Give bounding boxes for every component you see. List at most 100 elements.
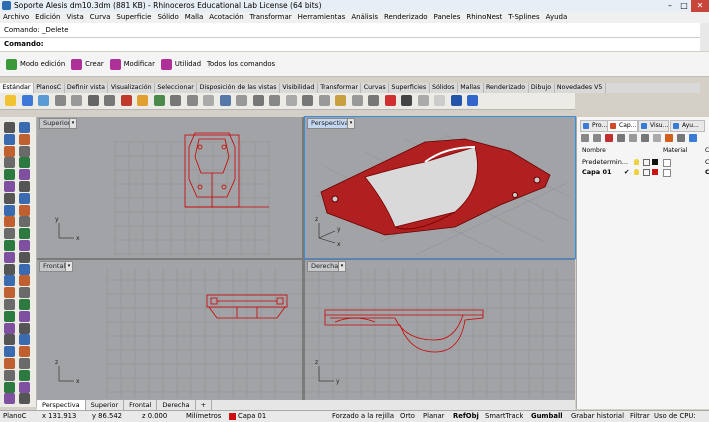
toolbar-tool-icon[interactable] [434,95,445,106]
ribbon-button[interactable]: Utilidad [160,58,201,70]
status-toggle[interactable]: Grabar historial [571,412,624,420]
toolbar-tab[interactable]: Superficies [389,83,430,93]
toolbar-tool-icon[interactable] [5,95,16,106]
layer-visible-icon[interactable] [634,159,639,165]
left-tool-icon[interactable] [4,287,15,299]
layer-lock-icon[interactable] [643,169,650,176]
viewport-label-right[interactable]: Derecha [307,261,343,272]
left-tool-icon[interactable] [4,299,15,310]
command-line[interactable]: Comando: [0,38,700,51]
viewport-label-perspective[interactable]: Perspectiva [307,118,353,129]
toolbar-tool-icon[interactable] [219,95,231,106]
left-tool-icon[interactable] [19,204,30,216]
left-tool-icon[interactable] [19,299,30,310]
viewport-tab[interactable]: Derecha [157,400,196,410]
left-tool-icon[interactable] [19,346,30,358]
toolbar-tool-icon[interactable] [54,95,66,106]
left-tool-icon[interactable] [19,133,30,145]
menu-item[interactable]: RhinoNest [463,12,505,23]
menu-item[interactable]: Edición [32,12,63,23]
toolbar-tab[interactable]: Estándar [0,83,34,93]
toolbar-tab[interactable]: Dibujo [529,83,555,93]
left-tool-icon[interactable] [19,369,30,381]
minimize-button[interactable]: – [663,0,677,12]
left-tool-icon[interactable] [4,322,15,334]
left-tool-icon[interactable] [19,275,30,287]
toolbar-tool-icon[interactable] [450,95,462,106]
left-tool-icon[interactable] [19,192,30,204]
toolbar-tool-icon[interactable] [302,95,313,106]
left-tool-icon[interactable] [4,122,15,133]
ribbon-button[interactable]: Crear [71,58,104,70]
toolbar-tab[interactable]: Disposición de las vistas [197,83,280,93]
left-tool-icon[interactable] [19,181,30,192]
toolbar-tab[interactable]: PlanosC [34,83,65,93]
viewport-front[interactable]: z x Frontal ▾ [37,260,302,400]
layer-color-swatch[interactable] [652,159,658,165]
menu-item[interactable]: Transformar [247,12,295,23]
layer-row[interactable]: Capa 01 ✔ C [577,167,709,177]
toolbar-tool-icon[interactable] [368,95,379,106]
menu-item[interactable]: Análisis [348,12,381,23]
left-tool-icon[interactable] [4,192,15,204]
status-toggle[interactable]: Forzado a la rejilla [332,412,394,420]
status-toggle[interactable]: SmartTrack [485,412,523,420]
viewport-perspective[interactable]: z y x Perspectiva ▾ [304,116,576,259]
menu-item[interactable]: Sólido [154,12,181,23]
status-toggle[interactable]: Filtrar [630,412,650,420]
left-tool-icon[interactable] [4,216,15,228]
add-viewport-tab[interactable]: + [196,400,213,410]
menu-item[interactable]: Malla [182,12,207,23]
left-tool-icon[interactable] [19,169,30,181]
menu-item[interactable]: Acotación [206,12,246,23]
left-tool-icon[interactable] [19,381,30,393]
layer-tool-icon[interactable] [689,134,697,142]
left-tool-icon[interactable] [19,358,30,369]
layer-tool-icon[interactable] [605,134,613,142]
status-toggle[interactable]: Planar [423,412,444,420]
left-tool-icon[interactable] [4,251,15,263]
toolbar-tool-icon[interactable] [467,95,478,106]
toolbar-tool-icon[interactable] [104,95,115,106]
left-tool-icon[interactable] [4,181,15,192]
toolbar-tool-icon[interactable] [384,95,396,106]
toolbar-tool-icon[interactable] [137,95,148,106]
toolbar-tool-icon[interactable] [236,95,247,106]
toolbar-tab[interactable]: Sólidos [430,83,458,93]
left-tool-icon[interactable] [19,240,30,251]
toolbar-tab[interactable]: Mallas [458,83,484,93]
toolbar-tool-icon[interactable] [351,95,363,106]
toolbar-tool-icon[interactable] [401,95,412,106]
left-tool-icon[interactable] [4,334,15,346]
column-extra[interactable]: C [705,147,709,154]
layer-tool-icon[interactable] [617,134,625,142]
toolbar-tool-icon[interactable] [252,95,264,106]
toolbar-tool-icon[interactable] [285,95,297,106]
menu-item[interactable]: Herramientas [295,12,349,23]
viewport-tab[interactable]: Frontal [124,400,158,410]
left-tool-icon[interactable] [4,381,15,393]
left-tool-icon[interactable] [19,145,30,157]
layer-visible-icon[interactable] [634,169,639,175]
toolbar-tool-icon[interactable] [269,95,280,106]
toolbar-tab[interactable]: Transformar [318,83,362,93]
menu-item[interactable]: Ayuda [543,12,571,23]
toolbar-tool-icon[interactable] [335,95,346,106]
left-tool-icon[interactable] [19,310,30,322]
maximize-button[interactable]: □ [677,0,691,12]
layer-row[interactable]: Predetermin... C [577,157,709,167]
toolbar-tab[interactable]: Novedades V5 [555,83,606,93]
menu-item[interactable]: Archivo [0,12,32,23]
left-tool-icon[interactable] [4,169,15,181]
left-tool-icon[interactable] [19,334,30,346]
left-tool-icon[interactable] [4,228,15,240]
left-tool-icon[interactable] [19,251,30,263]
toolbar-tool-icon[interactable] [71,95,82,106]
left-tool-icon[interactable] [4,369,15,381]
viewport-menu-button[interactable]: ▾ [338,261,346,272]
left-tool-icon[interactable] [4,263,15,275]
left-tool-icon[interactable] [19,287,30,299]
viewport-tab[interactable]: Perspectiva [37,400,86,410]
menu-item[interactable]: Vista [64,12,87,23]
toolbar-tab[interactable]: Renderizado [484,83,529,93]
